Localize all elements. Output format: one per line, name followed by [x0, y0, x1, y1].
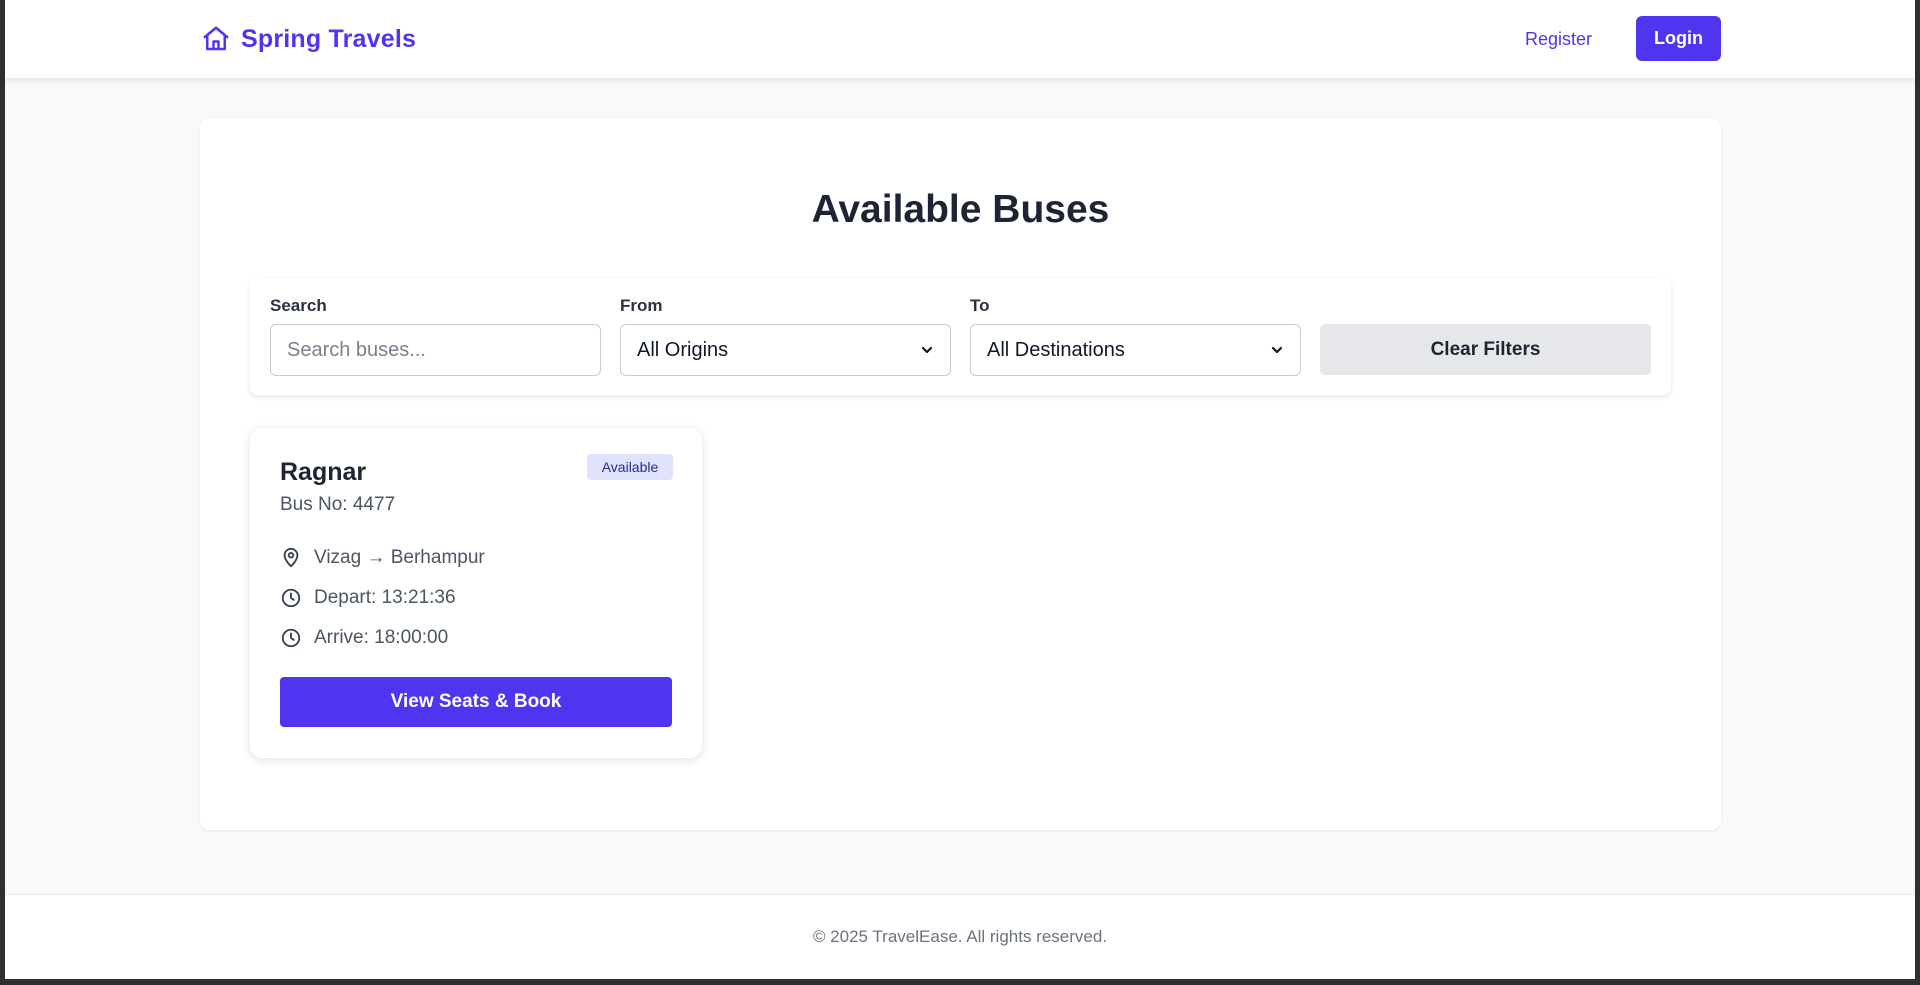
- bus-name: Ragnar: [280, 458, 367, 486]
- footer-copyright: © 2025 TravelEase. All rights reserved.: [812, 927, 1108, 946]
- bus-card: Ragnar Available Bus No: 4477 Vizag → Be…: [250, 428, 702, 758]
- footer: © 2025 TravelEase. All rights reserved.: [5, 894, 1915, 979]
- to-select[interactable]: All Destinations: [970, 324, 1301, 376]
- from-select[interactable]: All Origins: [620, 324, 951, 376]
- filter-bar: Search From All Origins To All Destinati…: [250, 278, 1671, 395]
- to-label: To: [970, 296, 990, 315]
- search-field: Search: [270, 296, 601, 376]
- chevron-down-icon: [1271, 346, 1283, 354]
- arrive-row: Arrive: 18:00:00: [280, 624, 448, 652]
- to-select-value: All Destinations: [987, 338, 1125, 361]
- buses-panel: Available Buses Search From All Origins …: [200, 118, 1721, 830]
- from-label: From: [620, 296, 663, 315]
- login-button[interactable]: Login: [1636, 16, 1721, 61]
- search-input[interactable]: [270, 324, 601, 376]
- brand-link[interactable]: Spring Travels: [201, 22, 416, 56]
- search-label: Search: [270, 296, 327, 315]
- clear-filters-button[interactable]: Clear Filters: [1320, 324, 1651, 375]
- chevron-down-icon: [921, 346, 933, 354]
- view-seats-book-button[interactable]: View Seats & Book: [280, 677, 672, 727]
- app-window: Spring Travels Register Login Available …: [5, 0, 1915, 979]
- route-text: Vizag → Berhampur: [314, 547, 485, 568]
- bus-number: Bus No: 4477: [280, 494, 396, 515]
- route-row: Vizag → Berhampur: [280, 544, 485, 572]
- status-badge: Available: [587, 454, 673, 480]
- clock-icon: [281, 588, 301, 608]
- page-title: Available Buses: [811, 188, 1110, 231]
- top-navbar: Spring Travels Register Login: [5, 0, 1915, 78]
- clock-icon: [281, 628, 301, 648]
- register-link[interactable]: Register: [1525, 24, 1592, 54]
- home-icon: [203, 26, 229, 51]
- depart-time: Depart: 13:21:36: [314, 587, 456, 608]
- map-pin-icon: [283, 547, 299, 568]
- brand-name: Spring Travels: [241, 24, 417, 53]
- from-field: From All Origins: [620, 296, 951, 376]
- depart-row: Depart: 13:21:36: [280, 584, 456, 612]
- arrive-time: Arrive: 18:00:00: [314, 627, 449, 648]
- to-field: To All Destinations: [970, 296, 1301, 376]
- from-select-value: All Origins: [637, 338, 729, 361]
